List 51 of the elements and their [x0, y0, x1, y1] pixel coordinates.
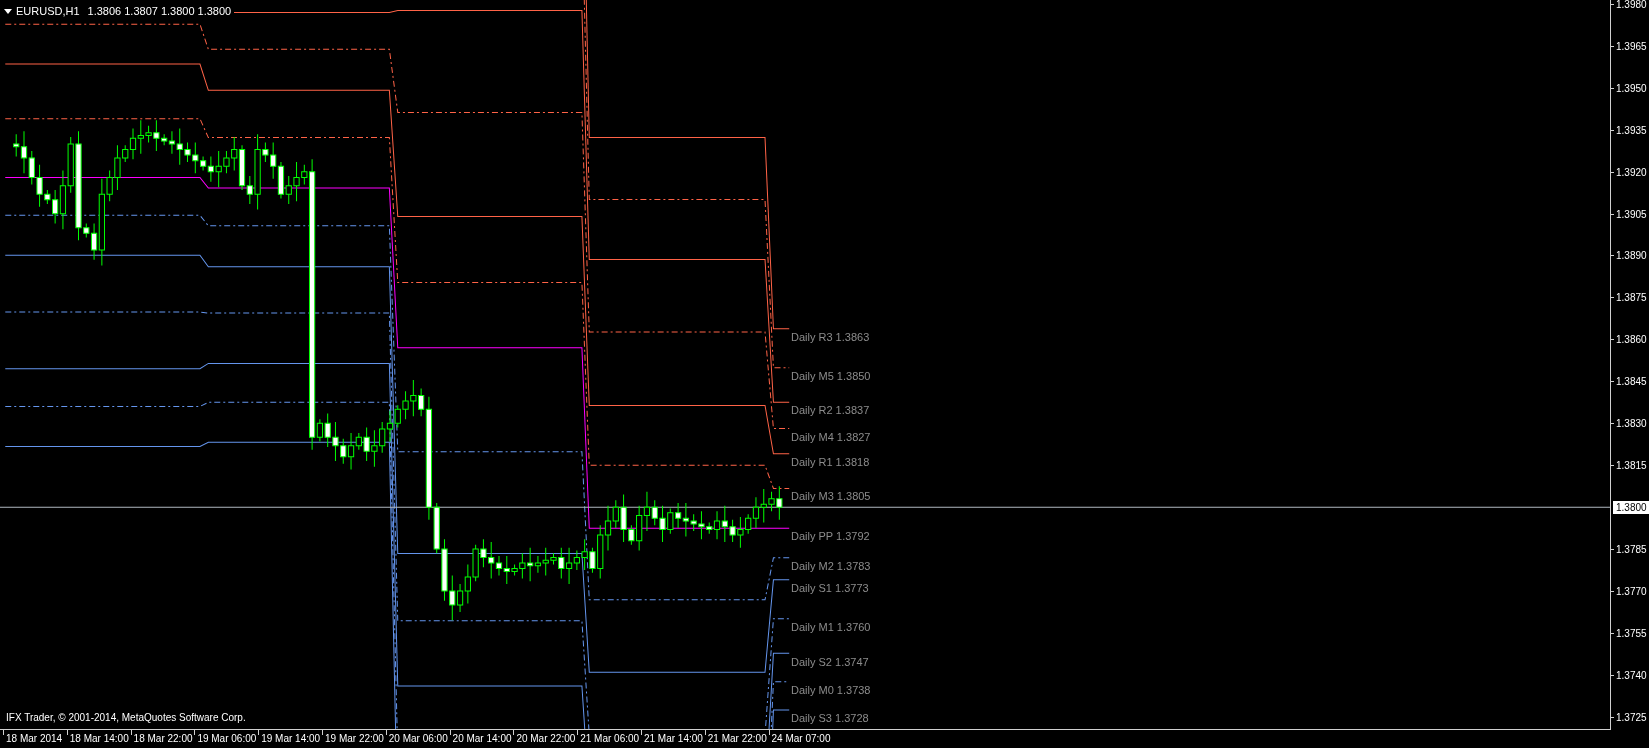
current-price-tag: 1.3800: [1613, 500, 1649, 514]
price-axis-label: 1.3920: [1616, 165, 1647, 180]
time-axis-label: 20 Mar 22:00: [516, 732, 576, 746]
pivot-level-label: Daily M1 1.3760: [791, 619, 871, 634]
time-axis-label: 19 Mar 22:00: [325, 732, 384, 746]
quote-value: 1.3800: [197, 4, 232, 19]
time-axis-label: 21 Mar 22:00: [707, 732, 767, 746]
time-axis-label: 20 Mar 06:00: [388, 732, 448, 746]
price-axis-label: 1.3950: [1616, 81, 1647, 96]
pivot-level-label: Daily S1 1.3773: [791, 581, 869, 595]
price-axis-label: 1.3830: [1616, 417, 1647, 432]
time-axis-label: 24 Mar 07:00: [771, 732, 831, 746]
time-axis-label: 18 Mar 14:00: [69, 732, 129, 746]
pivot-level-label: Daily M5 1.3850: [791, 368, 871, 383]
pivot-level-label: Daily M0 1.3738: [791, 683, 871, 697]
price-axis-label: 1.3845: [1616, 375, 1647, 390]
price-axis-label: 1.3905: [1616, 207, 1647, 222]
symbol-label: EURUSD,H1: [16, 4, 80, 19]
time-axis-label: 21 Mar 06:00: [580, 732, 640, 746]
price-axis-label: 1.3875: [1616, 291, 1647, 306]
price-axis-label: 1.3980: [1616, 0, 1647, 12]
pivot-level-label: Daily M2 1.3783: [791, 558, 871, 573]
price-axis-label: 1.3755: [1616, 627, 1647, 642]
price-axis-label: 1.3725: [1616, 711, 1647, 725]
price-axis-label: 1.3770: [1616, 585, 1647, 600]
pivot-level-label: Daily PP 1.3792: [791, 529, 870, 544]
price-axis-label: 1.3965: [1616, 39, 1647, 54]
time-axis-label: 18 Mar 2014: [6, 732, 63, 746]
price-axis-label: 1.3890: [1616, 249, 1647, 264]
pivot-level-label: Daily R3 1.3863: [791, 329, 870, 344]
copyright-text: IFX Trader, © 2001-2014, MetaQuotes Software Corp.: [6, 711, 246, 725]
pivot-level-label: Daily R1 1.3818: [791, 454, 870, 469]
quote-value: 1.3800: [160, 4, 195, 19]
price-axis-label: 1.3815: [1616, 459, 1647, 474]
quote-value: 1.3807: [124, 4, 158, 19]
price-axis-label: 1.3740: [1616, 669, 1647, 684]
pivot-level-label: Daily S2 1.3747: [791, 654, 869, 669]
time-axis-label: 19 Mar 14:00: [261, 732, 321, 746]
price-axis-label: 1.3935: [1616, 123, 1647, 138]
price-axis-label: 1.3860: [1616, 333, 1647, 348]
dropdown-icon[interactable]: [4, 8, 12, 14]
time-axis-label: 21 Mar 14:00: [643, 732, 703, 746]
pivot-level-label: Daily M3 1.3805: [791, 489, 871, 504]
time-axis-label: 20 Mar 14:00: [452, 732, 512, 746]
pivot-level-label: Daily S3 1.3728: [791, 711, 869, 726]
pivot-level-label: Daily M4 1.3827: [791, 429, 871, 444]
price-axis-label: 1.3785: [1616, 543, 1647, 558]
quote-value: 1.3806: [87, 4, 122, 19]
pivot-level-label: Daily R2 1.3837: [791, 403, 870, 418]
time-axis-label: 18 Mar 22:00: [133, 732, 193, 746]
time-axis-label: 19 Mar 06:00: [197, 732, 257, 746]
